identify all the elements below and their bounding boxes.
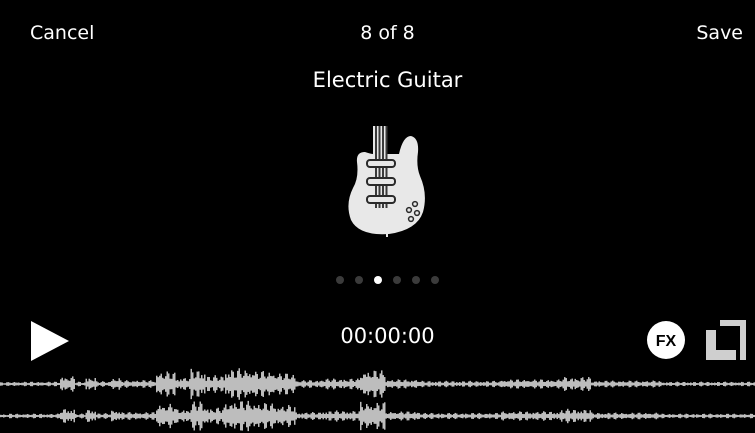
page-dot — [355, 276, 363, 284]
page-dot — [336, 276, 344, 284]
timecode-display: 00:00:00 — [340, 324, 435, 348]
page-dot — [431, 276, 439, 284]
fx-label: FX — [656, 333, 677, 350]
instrument-name: Electric Guitar — [312, 68, 463, 92]
electric-guitar-icon[interactable] — [343, 124, 429, 240]
page-indicator — [0, 276, 755, 284]
page-dot — [393, 276, 401, 284]
save-button[interactable]: Save — [696, 20, 743, 46]
take-counter: 8 of 8 — [360, 22, 415, 44]
fx-button[interactable]: FX — [646, 320, 686, 360]
page-dot — [412, 276, 420, 284]
page-dot — [374, 276, 382, 284]
trim-icon[interactable] — [706, 320, 746, 360]
audio-waveform[interactable] — [0, 366, 755, 433]
